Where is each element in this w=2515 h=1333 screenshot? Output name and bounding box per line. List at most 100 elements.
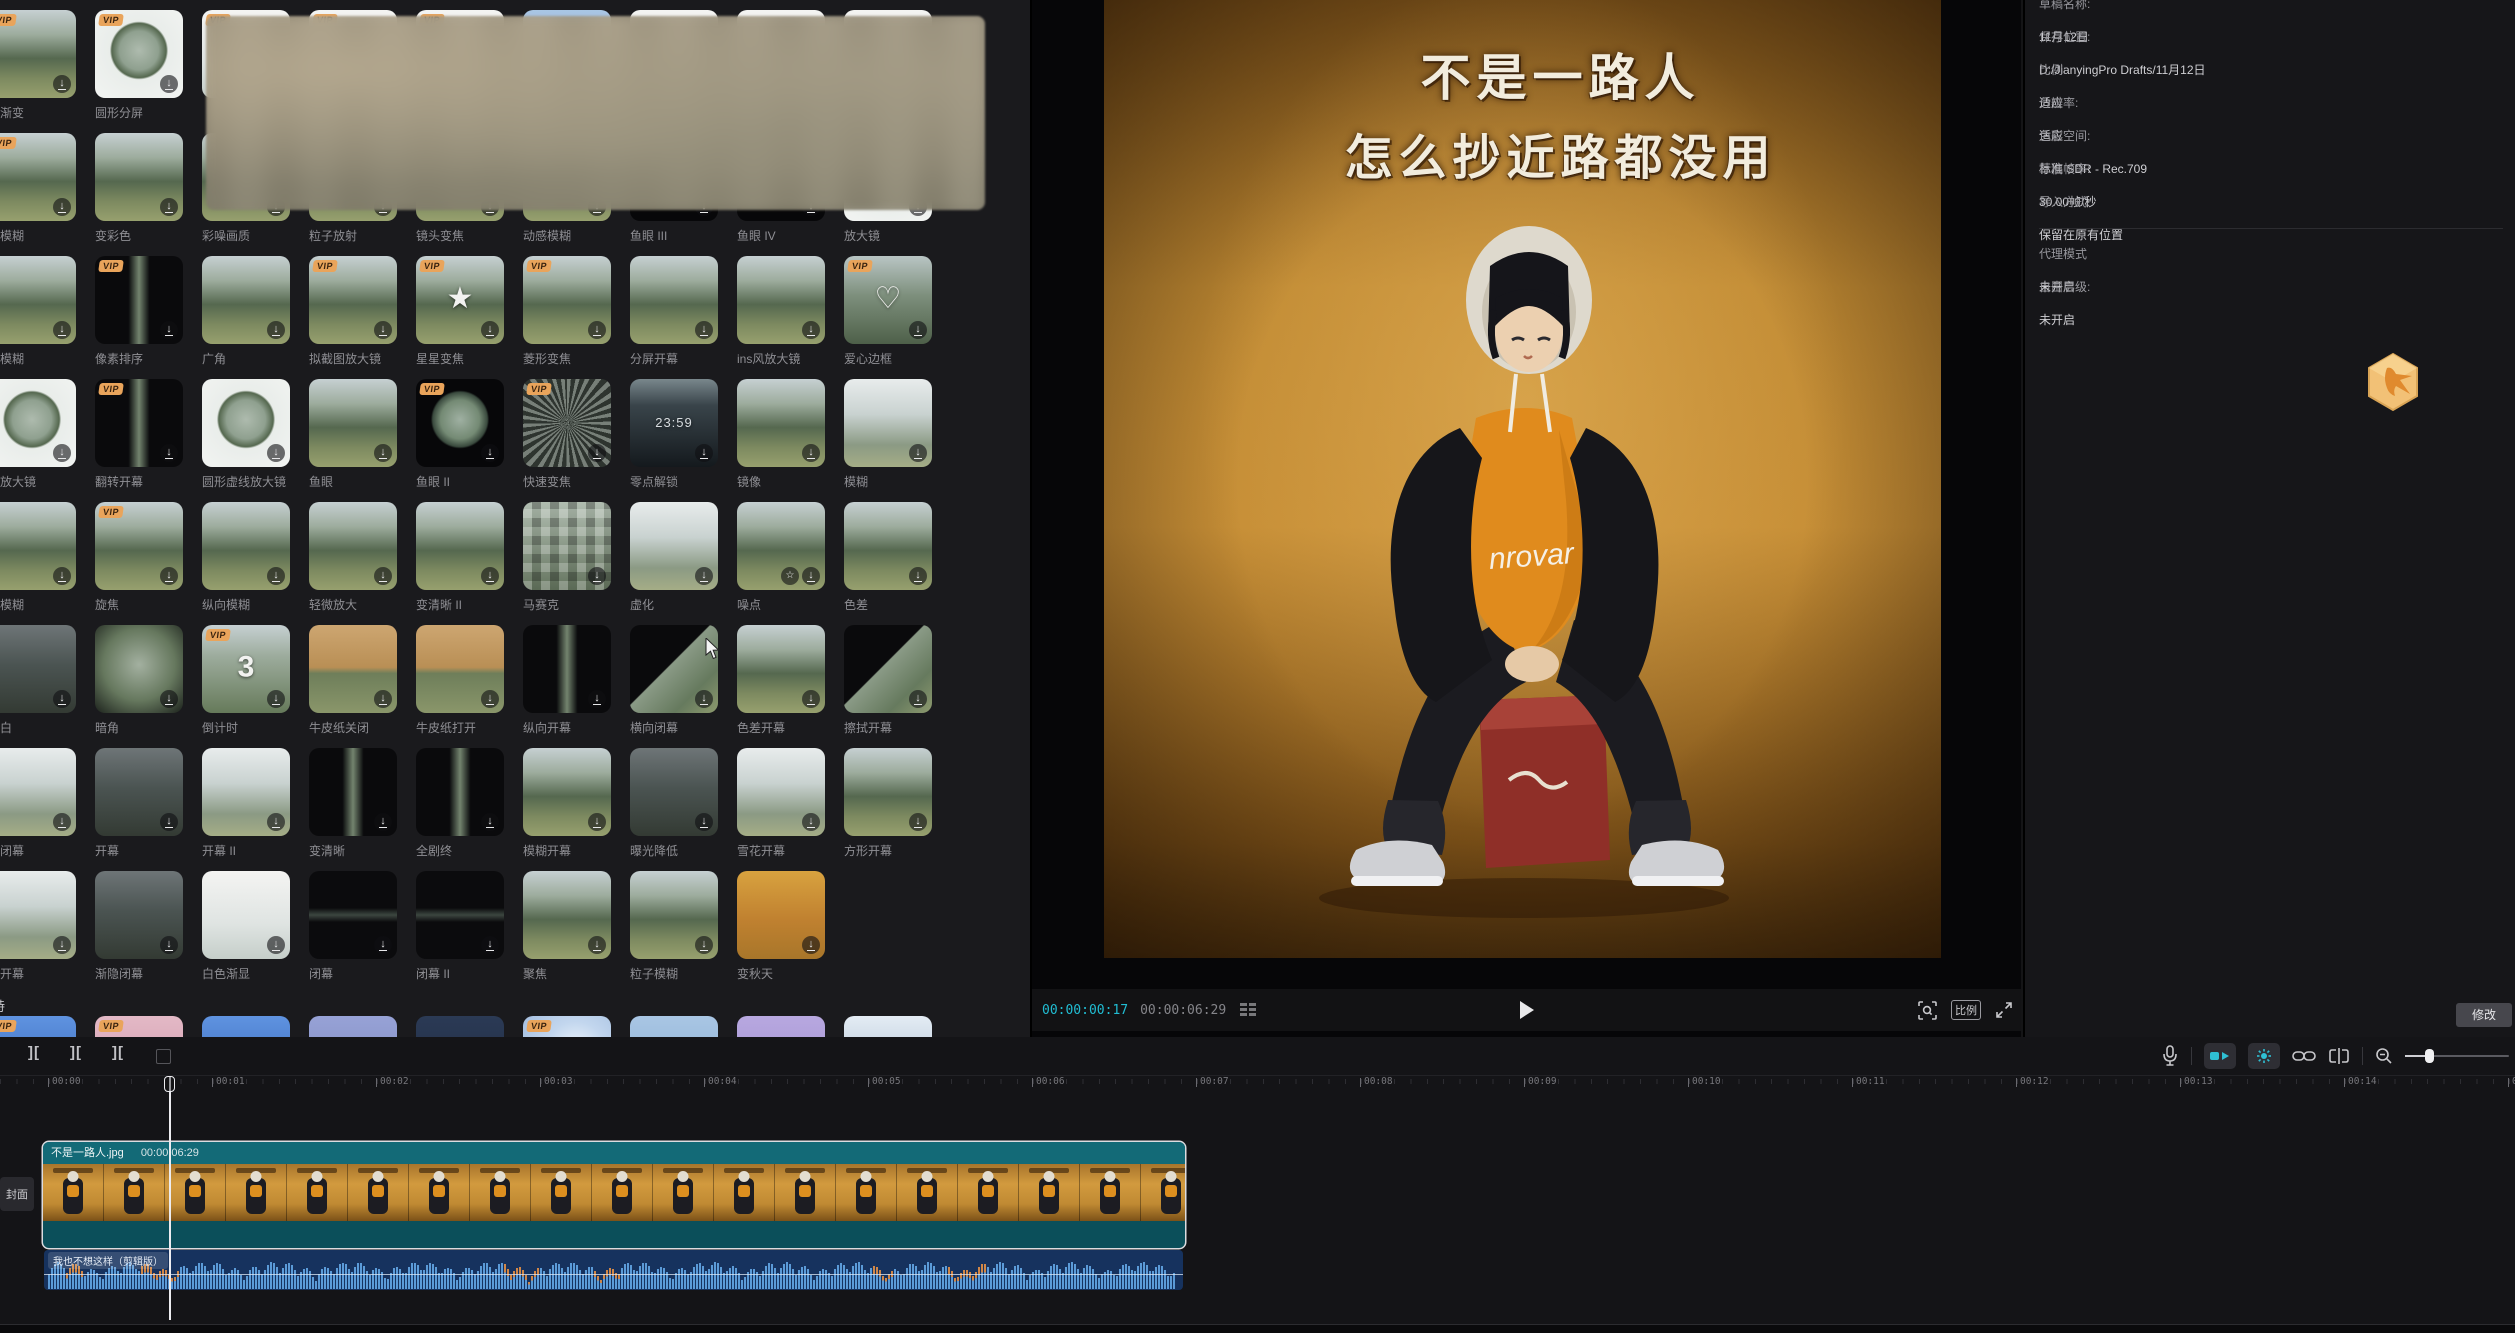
effect-item[interactable]: ↓色差 [844,502,932,613]
effect-item[interactable]: VIP↓翻转开幕 [95,379,183,490]
effect-thumbnail[interactable]: ↓ [95,748,183,836]
effect-item[interactable]: ↓色差开幕 [737,625,825,736]
timeline-zoom-slider[interactable] [2405,1055,2509,1057]
effect-thumbnail[interactable]: VIP↓ [0,133,76,221]
download-icon[interactable]: ↓ [374,567,392,585]
effect-thumbnail[interactable]: VIP↓ [95,256,183,344]
download-icon[interactable]: ↓ [374,813,392,831]
effect-thumbnail[interactable]: ↓ [0,256,76,344]
effect-item[interactable]: ↓纵向模糊 [202,502,290,613]
modify-button[interactable]: 修改 [2456,1003,2512,1027]
preview-axis-icon[interactable] [2328,1048,2350,1064]
effect-thumbnail[interactable]: VIP↓ [523,256,611,344]
zoom-out-icon[interactable] [2375,1047,2393,1065]
download-icon[interactable]: ↓ [802,444,820,462]
effect-thumbnail[interactable]: VIP★↓ [416,256,504,344]
download-icon[interactable]: ↓ [695,567,713,585]
download-icon[interactable]: ↓ [588,444,606,462]
download-icon[interactable]: ↓ [374,321,392,339]
effect-item[interactable] [416,1016,504,1037]
download-icon[interactable]: ↓ [267,567,285,585]
download-icon[interactable]: ↓ [160,567,178,585]
playhead-line[interactable] [169,1076,171,1320]
effect-thumbnail[interactable]: ↓ [309,871,397,959]
select-tool-icon[interactable]: ][ [28,1044,40,1061]
effect-item[interactable]: ↓白色渐显 [202,871,290,982]
effect-item[interactable] [844,1016,932,1037]
favorite-star-icon[interactable]: ☆ [781,567,799,585]
effect-thumbnail[interactable]: VIP↓ [95,10,183,98]
effect-thumbnail[interactable]: VIP [0,1016,76,1037]
download-icon[interactable]: ↓ [481,813,499,831]
effect-item[interactable]: ↓闭幕 [309,871,397,982]
effect-item[interactable]: ↓ins风放大镜 [737,256,825,367]
effect-thumbnail[interactable]: ↓ [523,625,611,713]
effect-item[interactable]: ↓雪花开幕 [737,748,825,859]
effect-item[interactable]: VIP↓拟截图放大镜 [309,256,397,367]
download-icon[interactable]: ↓ [909,321,927,339]
effect-item[interactable]: ↓向模糊 [0,502,76,613]
effect-thumbnail[interactable]: ↓ [0,379,76,467]
effect-thumbnail[interactable]: ↓ [630,502,718,590]
download-icon[interactable]: ↓ [53,813,71,831]
effect-item[interactable]: ↓开幕 II [202,748,290,859]
audio-volume-line[interactable] [44,1274,1183,1275]
effect-item[interactable]: ↓圆形虚线放大镜 [202,379,290,490]
effect-thumbnail[interactable]: VIP3↓ [202,625,290,713]
play-button[interactable] [1520,1001,1534,1019]
effect-thumbnail[interactable]: ↓ [202,256,290,344]
download-icon[interactable]: ↓ [802,936,820,954]
effect-thumbnail[interactable]: ↓ [737,748,825,836]
effect-item[interactable]: ↓模糊 [844,379,932,490]
effect-item[interactable]: ↓虚化 [630,502,718,613]
download-icon[interactable]: ↓ [909,813,927,831]
fullscreen-icon[interactable] [1995,1001,2013,1019]
frame-view-icon[interactable] [1240,1003,1257,1018]
effect-item[interactable]: VIP↓轴模糊 [0,133,76,244]
effect-item[interactable]: VIP↓像素排序 [95,256,183,367]
effect-thumbnail[interactable] [416,1016,504,1037]
effect-item[interactable]: ↓牛皮纸打开 [416,625,504,736]
effect-thumbnail[interactable]: ↓ [523,748,611,836]
video-clip[interactable]: 不是一路人.jpg 00:00:06:29 [43,1142,1185,1248]
effect-thumbnail[interactable]: ↓ [523,871,611,959]
effect-item[interactable]: ↓擦拭开幕 [844,625,932,736]
download-icon[interactable]: ↓ [267,444,285,462]
effect-item[interactable]: ↓方形开幕 [844,748,932,859]
download-icon[interactable]: ↓ [267,321,285,339]
effect-item[interactable]: ↓全剧终 [416,748,504,859]
effect-item[interactable]: ↓牛皮纸关闭 [309,625,397,736]
effect-item[interactable]: VIP↓彩渐变 [0,10,76,121]
effect-item[interactable]: ↓马赛克 [523,502,611,613]
effect-item[interactable] [630,1016,718,1037]
effect-thumbnail[interactable]: ↓ [737,625,825,713]
effect-thumbnail[interactable] [309,1016,397,1037]
effect-item[interactable]: ↓闭幕 II [416,871,504,982]
effect-thumbnail[interactable]: ↓ [202,502,290,590]
download-icon[interactable]: ↓ [374,690,392,708]
effect-thumbnail[interactable]: ↓ [630,256,718,344]
effect-item[interactable]: ↓字模糊 [0,256,76,367]
download-icon[interactable]: ↓ [588,936,606,954]
download-icon[interactable]: ↓ [160,198,178,216]
split-left-tool-icon[interactable]: ][ [70,1044,82,1061]
effect-thumbnail[interactable]: ↓ [416,871,504,959]
delete-tool-icon[interactable] [156,1049,171,1064]
record-voiceover-icon[interactable] [2161,1045,2179,1067]
effect-thumbnail[interactable]: ↓ [0,502,76,590]
effect-thumbnail[interactable]: VIP♡↓ [844,256,932,344]
effect-item[interactable]: ↓开幕 [95,748,183,859]
effect-item[interactable]: 23:59↓零点解锁 [630,379,718,490]
split-right-tool-icon[interactable]: ][ [112,1044,124,1061]
effect-thumbnail[interactable]: ↓ [737,379,825,467]
download-icon[interactable]: ↓ [802,813,820,831]
download-icon[interactable]: ↓ [267,936,285,954]
effect-item[interactable]: ↓暗角 [95,625,183,736]
effect-thumbnail[interactable]: VIP↓ [309,256,397,344]
effect-item[interactable]: ↓曝光降低 [630,748,718,859]
effect-thumbnail[interactable]: ↓ [202,871,290,959]
download-icon[interactable]: ↓ [374,936,392,954]
effect-thumbnail[interactable]: VIP↓ [0,10,76,98]
download-icon[interactable]: ↓ [481,690,499,708]
effect-item[interactable]: VIP↓菱形变焦 [523,256,611,367]
